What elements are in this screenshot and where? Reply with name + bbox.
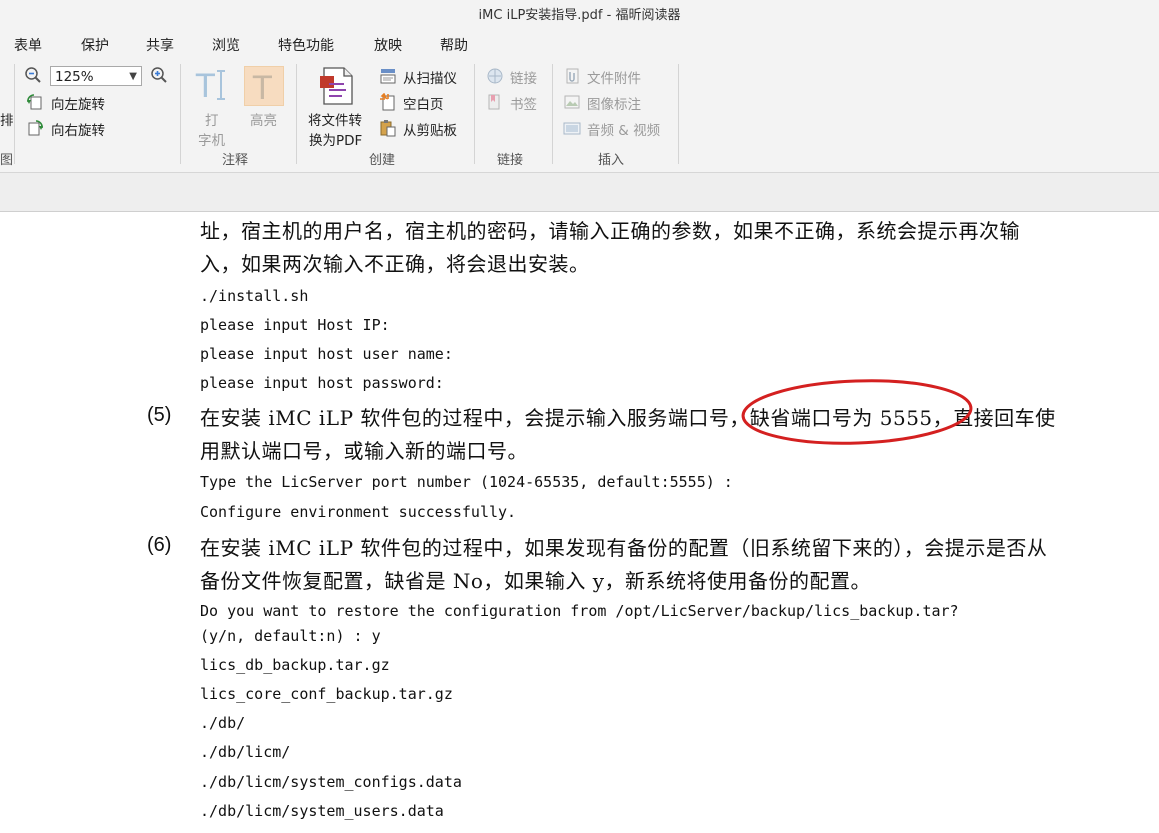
code-line: ./install.sh (200, 287, 309, 305)
audio-video-button[interactable]: 音频 & 视频 (587, 119, 660, 139)
paragraph-line: 备份文件恢复配置，缺省是 No，如果输入 y，新系统将使用备份的配置。 (200, 569, 872, 593)
document-page[interactable]: 址，宿主机的用户名，宿主机的密码，请输入正确的参数，如果不正确，系统会提示再次输… (0, 212, 1159, 833)
menu-share[interactable]: 共享 (146, 32, 174, 60)
code-line: please input Host IP: (200, 316, 390, 334)
code-line: Configure environment successfully. (200, 503, 517, 521)
typewriter-icon[interactable]: T (193, 67, 231, 105)
menu-features[interactable]: 特色功能 (278, 32, 334, 60)
clipboard-icon[interactable] (379, 119, 397, 137)
separator (296, 64, 297, 164)
chevron-down-icon[interactable]: ▼ (129, 67, 137, 87)
typewriter-label-2[interactable]: 字机 (198, 129, 225, 149)
annotation-ellipse[interactable] (738, 374, 978, 446)
menu-view[interactable]: 浏览 (212, 32, 240, 60)
step-number: (6) (147, 534, 172, 556)
paragraph-line: 入，如果两次输入不正确，将会退出安装。 (200, 252, 590, 276)
paragraph-line: 用默认端口号，或输入新的端口号。 (200, 439, 528, 463)
svg-text:T: T (252, 69, 273, 105)
file-attachment-button[interactable]: 文件附件 (587, 67, 641, 87)
convert-label-1[interactable]: 将文件转 (308, 109, 362, 129)
link-icon[interactable] (486, 67, 504, 85)
blank-page-icon[interactable] (379, 92, 397, 111)
paragraph-line: 址，宿主机的用户名，宿主机的密码，请输入正确的参数，如果不正确，系统会提示再次输 (200, 219, 1020, 243)
highlight-icon[interactable]: T (244, 66, 284, 107)
menu-form[interactable]: 表单 (14, 32, 42, 60)
video-icon[interactable] (563, 119, 581, 137)
step-number: (5) (147, 404, 172, 426)
links-group-label: 链接 (497, 153, 524, 168)
code-line: lics_db_backup.tar.gz (200, 656, 390, 674)
separator (180, 64, 181, 164)
separator (14, 64, 15, 164)
separator (552, 64, 553, 164)
code-line: ./db/licm/system_configs.data (200, 773, 462, 791)
ribbon-edge-group: 图 (0, 153, 14, 168)
menu-help[interactable]: 帮助 (440, 32, 468, 60)
paragraph-line: 在安装 iMC iLP 软件包的过程中，如果发现有备份的配置（旧系统留下来的），… (200, 536, 1048, 560)
image-annotation-button[interactable]: 图像标注 (587, 93, 641, 113)
zoom-out-icon[interactable] (24, 66, 42, 84)
code-line: please input host user name: (200, 345, 453, 363)
rotate-right-icon[interactable] (26, 119, 44, 137)
from-clipboard-button[interactable]: 从剪贴板 (403, 119, 457, 139)
code-line: (y/n, default:n) : y (200, 627, 381, 645)
bookmark-icon[interactable] (486, 93, 504, 111)
code-line: ./db/licm/ (200, 743, 291, 761)
code-line: Type the LicServer port number (1024-655… (200, 473, 733, 491)
typewriter-label-1[interactable]: 打 (205, 109, 219, 129)
code-line: Do you want to restore the configuration… (200, 602, 959, 620)
bookmark-button[interactable]: 书签 (510, 93, 537, 113)
code-line: please input host password: (200, 374, 444, 392)
ribbon-edge-label[interactable]: 排 (0, 109, 14, 129)
separator (474, 64, 475, 164)
menu-protect[interactable]: 保护 (81, 32, 109, 60)
insert-group-label: 插入 (598, 153, 625, 168)
zoom-in-icon[interactable] (150, 66, 168, 84)
scanner-icon[interactable] (379, 67, 397, 85)
separator (678, 64, 679, 164)
zoom-select[interactable]: 125% ▼ (50, 66, 142, 86)
menu-bar: 表单 保护 共享 浏览 特色功能 放映 帮助 (0, 32, 1159, 60)
blank-page-button[interactable]: 空白页 (403, 93, 444, 113)
attachment-icon[interactable] (563, 67, 581, 85)
svg-text:T: T (195, 67, 216, 103)
rotate-left-button[interactable]: 向左旋转 (51, 93, 105, 113)
from-scanner-button[interactable]: 从扫描仪 (403, 67, 457, 87)
ribbon: 排 图 125% ▼ 向左旋转 向右旋转 T 打 字机 T 高亮 注释 将文件转… (0, 60, 1159, 173)
image-icon[interactable] (563, 93, 581, 111)
link-button[interactable]: 链接 (510, 67, 537, 87)
code-line: lics_core_conf_backup.tar.gz (200, 685, 453, 703)
zoom-value: 125% (55, 69, 94, 85)
window-title: iMC iLP安装指导.pdf - 福昕阅读器 (478, 8, 681, 23)
menu-slideshow[interactable]: 放映 (374, 32, 402, 60)
toolbar-strip (0, 173, 1159, 212)
convert-label-2[interactable]: 换为PDF (309, 129, 362, 149)
pdf-convert-icon[interactable] (320, 66, 356, 106)
create-group-label: 创建 (369, 153, 396, 168)
highlight-button[interactable]: 高亮 (250, 109, 277, 129)
code-line: ./db/licm/system_users.data (200, 802, 444, 820)
title-bar: iMC iLP安装指导.pdf - 福昕阅读器 (0, 0, 1159, 32)
annotate-group-label: 注释 (222, 153, 249, 168)
code-line: ./db/ (200, 714, 246, 732)
rotate-right-button[interactable]: 向右旋转 (51, 119, 105, 139)
rotate-left-icon[interactable] (26, 93, 44, 111)
